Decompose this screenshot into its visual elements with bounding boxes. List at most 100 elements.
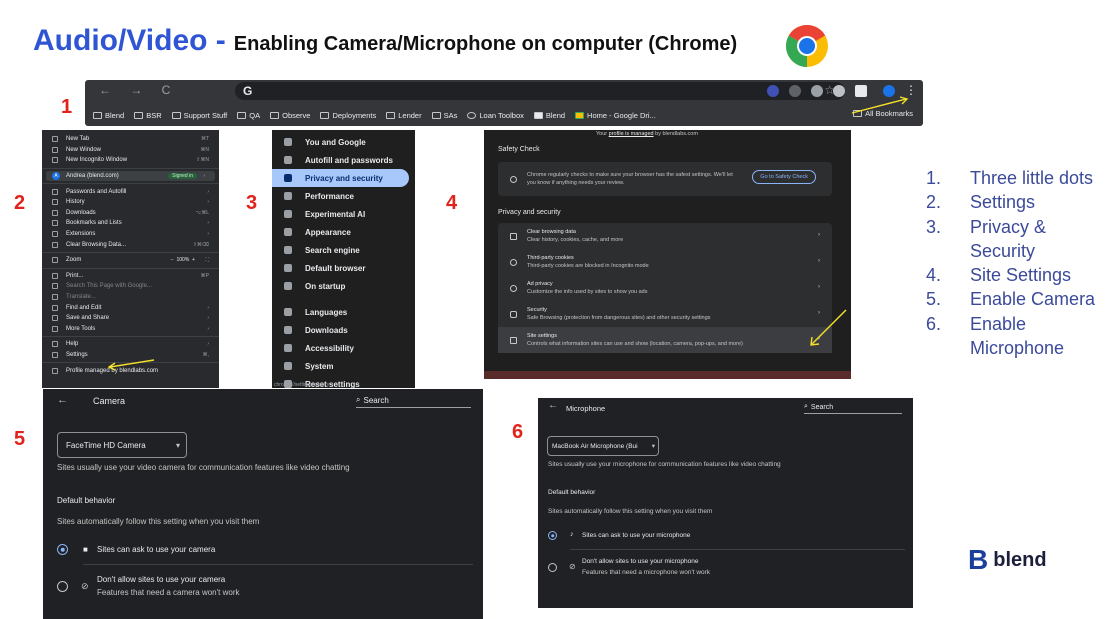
bookmark[interactable]: BSR: [134, 111, 162, 120]
privacy-security-screenshot: Your profile is managed by blendlabs.com…: [484, 130, 851, 379]
nav-buttons[interactable]: ← → C: [99, 83, 178, 97]
radio-block[interactable]: [57, 581, 68, 592]
avatar: A: [52, 172, 60, 181]
row-site-settings[interactable]: Site settings Controls what information s…: [498, 327, 832, 353]
yellow-arrow: [851, 96, 909, 114]
list-item: 2. Settings: [926, 192, 1036, 213]
menu-item-new-tab[interactable]: New Tab ⌘T: [42, 134, 219, 145]
sidebar-item-on-startup[interactable]: On startup: [272, 277, 415, 295]
list-item: 3. Privacy & Security: [926, 216, 1047, 261]
search-input[interactable]: ⌕ Search: [356, 395, 471, 408]
default-behavior-text: Sites automatically follow this setting …: [57, 517, 260, 526]
bookmark[interactable]: SAs: [431, 111, 457, 120]
key-icon: [52, 188, 58, 195]
chevron-right-icon: ›: [818, 258, 820, 264]
privacy-card: Clear browsing data Clear history, cookie…: [498, 223, 832, 353]
blend-logo: B blend: [968, 546, 1047, 574]
menu-item-incognito[interactable]: New Incognito Window ⇧⌘N: [42, 155, 219, 166]
bookmark[interactable]: Blend: [533, 111, 565, 120]
sidebar-item-autofill[interactable]: Autofill and passwords: [272, 151, 415, 169]
back-arrow-icon[interactable]: ←: [57, 394, 68, 406]
shield-icon: [284, 174, 292, 182]
trash-icon: [510, 232, 517, 240]
steps-list: 1. Three little dots 2. Settings 3. Privacy…: [926, 166, 1106, 360]
menu-item-bookmarks[interactable]: Bookmarks and Lists ›: [42, 218, 219, 229]
extension-icon[interactable]: [833, 85, 845, 97]
sidebar-item-accessibility[interactable]: Accessibility: [272, 339, 415, 357]
sidebar-item-privacy[interactable]: Privacy and security: [272, 169, 409, 187]
menu-item-zoom[interactable]: Zoom − 100% + ⛶: [42, 255, 219, 266]
wrench-icon: [284, 362, 292, 370]
sidebar-item-downloads[interactable]: Downloads: [272, 321, 415, 339]
mic-icon: ♪: [570, 531, 574, 538]
bookmark[interactable]: Lender: [386, 111, 422, 120]
yellow-arrow: [810, 309, 847, 346]
address-bar[interactable]: G ☆: [235, 82, 845, 100]
menu-item-find-edit[interactable]: Find and Edit ›: [42, 302, 219, 313]
menu-profile[interactable]: A Andrea (blend.com) Signed in ›: [46, 170, 215, 182]
bookmark[interactable]: Support Stuff: [171, 111, 227, 120]
incognito-icon: [52, 157, 58, 164]
blend-mark-icon: B: [968, 544, 989, 575]
menu-item-clear-data[interactable]: Clear Browsing Data... ⇧⌘⌫: [42, 239, 219, 250]
folder-icon: [134, 111, 144, 119]
folder-icon: [386, 111, 396, 119]
sidebar-item-experimental-ai[interactable]: Experimental AI: [272, 205, 415, 223]
back-arrow-icon[interactable]: ←: [548, 400, 558, 411]
row-ad-privacy[interactable]: Ad privacy Customize the info used by sit…: [498, 275, 832, 301]
menu-item-more-tools[interactable]: More Tools ›: [42, 324, 219, 335]
microphone-select[interactable]: MacBook Air Microphone (Bui ▾: [547, 436, 659, 456]
bookmark[interactable]: Deployments: [320, 111, 376, 120]
radio-allow[interactable]: [548, 531, 557, 540]
history-icon: [52, 199, 58, 206]
extension-icon[interactable]: [767, 85, 779, 97]
safety-check-button[interactable]: Go to Safety Check: [752, 170, 816, 184]
camera-select[interactable]: FaceTime HD Camera ▾: [57, 432, 187, 458]
microphone-description: Sites usually use your microphone for co…: [548, 461, 781, 468]
sidebar-item-performance[interactable]: Performance: [272, 187, 415, 205]
sidebar-item-system[interactable]: System: [272, 357, 415, 375]
microphone-settings-screenshot: ← Microphone ⌕ Search MacBook Air Microph…: [538, 398, 913, 608]
menu-item-extensions[interactable]: Extensions ›: [42, 229, 219, 240]
radio-allow[interactable]: [57, 544, 68, 555]
sidebar-item-you-and-google[interactable]: You and Google: [272, 133, 415, 151]
extension-icon[interactable]: [811, 85, 823, 97]
shield-check-icon: [510, 175, 517, 183]
yellow-arrow: [107, 359, 155, 371]
trash-icon: [52, 241, 58, 248]
extension-icon[interactable]: [789, 85, 801, 97]
menu-item-new-window[interactable]: New Window ⌘N: [42, 145, 219, 156]
search-icon: [284, 246, 292, 254]
row-clear-browsing-data[interactable]: Clear browsing data Clear history, cookie…: [498, 223, 832, 249]
row-security[interactable]: Security Safe Browsing (protection from d…: [498, 301, 832, 327]
menu-item-print[interactable]: Print... ⌘P: [42, 271, 219, 282]
bookmark[interactable]: QA: [237, 111, 260, 120]
managed-link[interactable]: profile is managed: [609, 131, 654, 137]
row-third-party-cookies[interactable]: Third-party cookies Third-party cookies a…: [498, 249, 832, 275]
status-url: chrome://settings/privacy: [274, 382, 330, 388]
page-title: Camera: [93, 396, 126, 406]
sidebar-item-default-browser[interactable]: Default browser: [272, 259, 415, 277]
bookmark[interactable]: Blend: [93, 111, 124, 120]
video-off-icon: ⊘: [81, 581, 89, 591]
bookmark[interactable]: Home - Google Dri...: [575, 111, 656, 120]
default-behavior-heading: Default behavior: [57, 496, 116, 505]
zoom-icon: [52, 257, 58, 264]
sidebar-item-search-engine[interactable]: Search engine: [272, 241, 415, 259]
chevron-down-icon: ▾: [175, 440, 180, 450]
menu-item-help[interactable]: Help ›: [42, 339, 219, 350]
sidebar-item-appearance[interactable]: Appearance: [272, 223, 415, 241]
radio-block[interactable]: [548, 563, 557, 572]
sidebar-item-languages[interactable]: Languages: [272, 303, 415, 321]
bookmark[interactable]: Observe: [270, 111, 310, 120]
step-number-4: 4: [446, 192, 458, 214]
loop-icon: [467, 111, 477, 119]
bookmark[interactable]: Loan Toolbox: [467, 111, 524, 120]
menu-item-downloads[interactable]: Downloads ⌥⌘L: [42, 208, 219, 219]
drive-icon: [575, 111, 585, 119]
menu-item-passwords[interactable]: Passwords and Autofill ›: [42, 186, 219, 197]
search-input[interactable]: ⌕ Search: [804, 403, 902, 414]
menu-item-save-share[interactable]: Save and Share ›: [42, 313, 219, 324]
sparkle-icon: [284, 210, 292, 218]
menu-item-history[interactable]: History ›: [42, 197, 219, 208]
